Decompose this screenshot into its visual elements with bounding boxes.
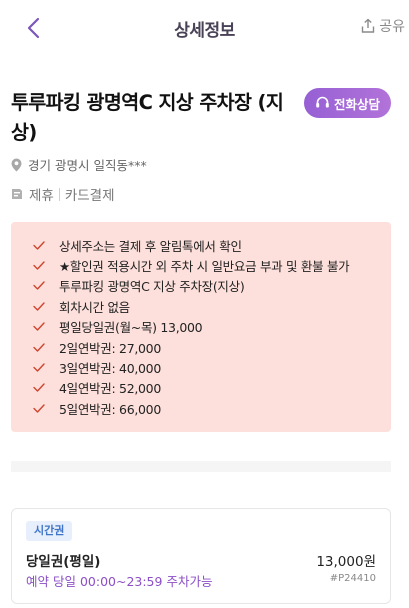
notice-text: ★할인권 적용시간 외 주차 시 일반요금 부과 및 환불 불가 bbox=[59, 259, 350, 275]
notice-text: 상세주소는 결제 후 알림톡에서 확인 bbox=[59, 238, 242, 254]
ticket-name: 당일권(평일) bbox=[26, 554, 101, 570]
phone-consult-button[interactable]: 전화상담 bbox=[304, 88, 391, 118]
ticket-price: 13,000원 bbox=[316, 554, 376, 570]
check-icon bbox=[33, 302, 47, 311]
ticket-code: #P24410 bbox=[329, 573, 376, 584]
address-text: 경기 광명시 일직동*** bbox=[28, 158, 147, 173]
check-icon bbox=[33, 281, 47, 291]
tag-icon bbox=[12, 189, 22, 199]
check-icon bbox=[33, 404, 47, 413]
share-icon bbox=[362, 18, 375, 33]
top-bar: 상세정보 공유 bbox=[0, 0, 409, 56]
notice-item: 평일당일권(월~목) 13,000 bbox=[33, 317, 391, 337]
notice-text: 투루파킹 광명역C 지상 주차장(지상) bbox=[59, 279, 245, 295]
notice-item: 4일연박권: 52,000 bbox=[33, 378, 391, 398]
share-button[interactable]: 공유 bbox=[360, 16, 405, 36]
location-pin-icon bbox=[11, 158, 22, 171]
notice-box: 상세주소는 결제 후 알림톡에서 확인 ★할인권 적용시간 외 주차 시 일반요… bbox=[11, 222, 391, 432]
ticket-card[interactable]: 시간권 당일권(평일) 13,000원 예약 당일 00:00~23:59 주차… bbox=[11, 508, 391, 604]
share-label: 공유 bbox=[379, 19, 405, 35]
notice-item: 5일연박권: 66,000 bbox=[33, 398, 391, 418]
notice-item: 2일연박권: 27,000 bbox=[33, 337, 391, 357]
ticket-type-badge: 시간권 bbox=[26, 521, 73, 541]
notice-text: 2일연박권: 27,000 bbox=[59, 340, 161, 356]
notice-text: 5일연박권: 66,000 bbox=[59, 401, 161, 417]
notice-item: 3일연박권: 40,000 bbox=[33, 357, 391, 377]
check-icon bbox=[33, 383, 47, 393]
ticket-available-time: 예약 당일 00:00~23:59 주차가능 bbox=[26, 574, 213, 589]
notice-item: 상세주소는 결제 후 알림톡에서 확인 bbox=[33, 235, 391, 255]
parking-lot-name: 투루파킹 광명역C 지상 주차장 (지상) bbox=[11, 91, 284, 144]
section-divider bbox=[11, 461, 391, 472]
notice-item: 투루파킹 광명역C 지상 주차장(지상) bbox=[33, 276, 391, 296]
page-title: 상세정보 bbox=[174, 21, 235, 41]
tag-partner: 제휴 bbox=[29, 188, 54, 204]
tag-divider bbox=[58, 187, 60, 201]
notice-text: 회차시간 없음 bbox=[59, 299, 130, 315]
notice-text: 3일연박권: 40,000 bbox=[59, 361, 161, 377]
phone-consult-label: 전화상담 bbox=[333, 96, 380, 112]
check-icon bbox=[33, 342, 47, 352]
check-icon bbox=[33, 322, 47, 331]
check-icon bbox=[33, 240, 47, 250]
tag-card-payment: 카드결제 bbox=[64, 188, 115, 204]
tag-row: 제휴 카드결제 bbox=[11, 184, 115, 204]
address-row: 경기 광명시 일직동*** bbox=[11, 155, 147, 174]
check-icon bbox=[33, 261, 47, 270]
notice-item: 회차시간 없음 bbox=[33, 296, 391, 316]
headset-icon bbox=[316, 96, 329, 108]
check-icon bbox=[33, 363, 47, 372]
notice-text: 4일연박권: 52,000 bbox=[59, 381, 161, 397]
notice-item: ★할인권 적용시간 외 주차 시 일반요금 부과 및 환불 불가 bbox=[33, 255, 391, 275]
notice-text: 평일당일권(월~목) 13,000 bbox=[59, 320, 203, 336]
